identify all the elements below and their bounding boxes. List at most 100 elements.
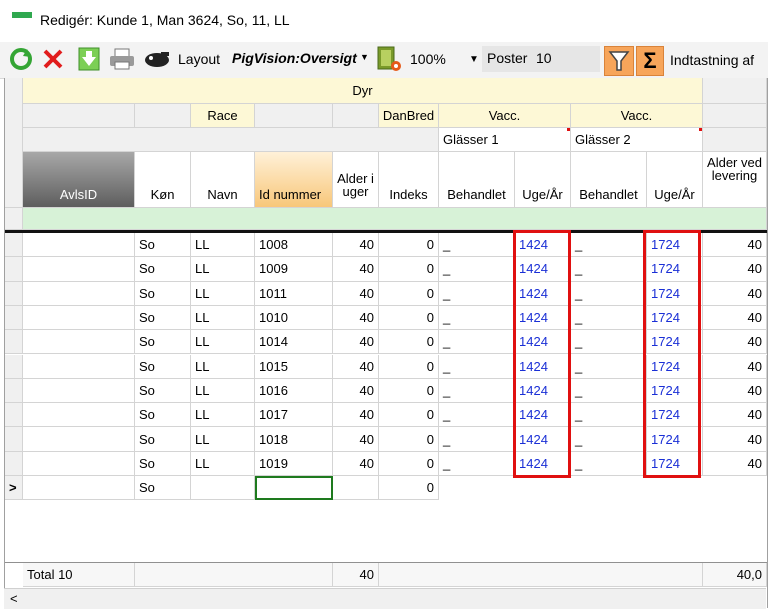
cell-behandlet-2[interactable]: _ bbox=[571, 451, 647, 476]
cell-id-nummer[interactable]: 1018 bbox=[255, 427, 333, 452]
cell-navn[interactable]: LL bbox=[191, 281, 255, 306]
row-header[interactable] bbox=[5, 451, 23, 476]
col-kon[interactable]: Køn bbox=[135, 152, 191, 208]
row-header[interactable] bbox=[5, 403, 23, 428]
layout-dropdown-arrow-icon[interactable]: ▼ bbox=[360, 52, 369, 62]
cell-behandlet-2[interactable]: _ bbox=[571, 233, 647, 258]
new-row-indeks[interactable]: 0 bbox=[379, 476, 439, 500]
cell-behandlet-2[interactable]: _ bbox=[571, 257, 647, 282]
col-behandlet-2[interactable]: Behandlet bbox=[571, 152, 647, 208]
cell-navn[interactable]: LL bbox=[191, 427, 255, 452]
col-behandlet-1[interactable]: Behandlet bbox=[439, 152, 515, 208]
cell-avlsid[interactable] bbox=[23, 378, 135, 404]
col-id-nummer[interactable]: Id nummer bbox=[255, 152, 333, 208]
row-header[interactable] bbox=[5, 233, 23, 258]
cell-alder-levering[interactable]: 40 bbox=[703, 403, 767, 428]
layout-dropdown[interactable]: PigVision:Oversigt bbox=[232, 50, 357, 66]
cell-indeks[interactable]: 0 bbox=[379, 233, 439, 258]
cell-id-nummer[interactable]: 1008 bbox=[255, 233, 333, 258]
new-row-id-input[interactable] bbox=[255, 476, 333, 500]
cell-alder[interactable]: 40 bbox=[333, 378, 379, 404]
cell-navn[interactable]: LL bbox=[191, 330, 255, 355]
cell-behandlet-2[interactable]: _ bbox=[571, 427, 647, 452]
settings-icon[interactable] bbox=[374, 46, 404, 72]
cell-id-nummer[interactable]: 1010 bbox=[255, 305, 333, 331]
cell-alder-levering[interactable]: 40 bbox=[703, 451, 767, 476]
cell-id-nummer[interactable]: 1014 bbox=[255, 330, 333, 355]
layout-icon[interactable] bbox=[142, 46, 172, 72]
cell-navn[interactable]: LL bbox=[191, 233, 255, 258]
cell-alder[interactable]: 40 bbox=[333, 281, 379, 306]
cell-avlsid[interactable] bbox=[23, 330, 135, 355]
cell-indeks[interactable]: 0 bbox=[379, 354, 439, 379]
print-icon[interactable] bbox=[108, 46, 136, 72]
delete-icon[interactable] bbox=[40, 46, 66, 72]
cell-behandlet-1[interactable]: _ bbox=[439, 281, 515, 306]
cell-kon[interactable]: So bbox=[135, 257, 191, 282]
cell-alder-levering[interactable]: 40 bbox=[703, 330, 767, 355]
new-row-avlsid[interactable] bbox=[23, 476, 135, 500]
cell-indeks[interactable]: 0 bbox=[379, 257, 439, 282]
cell-kon[interactable]: So bbox=[135, 451, 191, 476]
col-uge-aar-2[interactable]: Uge/År bbox=[647, 152, 703, 208]
cell-navn[interactable]: LL bbox=[191, 257, 255, 282]
cell-navn[interactable]: LL bbox=[191, 403, 255, 428]
cell-behandlet-2[interactable]: _ bbox=[571, 354, 647, 379]
cell-behandlet-2[interactable]: _ bbox=[571, 305, 647, 331]
col-avlsid[interactable]: AvlsID bbox=[23, 152, 135, 208]
cell-kon[interactable]: So bbox=[135, 281, 191, 306]
cell-kon[interactable]: So bbox=[135, 378, 191, 404]
col-indeks[interactable]: Indeks bbox=[379, 152, 439, 208]
col-navn[interactable]: Navn bbox=[191, 152, 255, 208]
cell-avlsid[interactable] bbox=[23, 427, 135, 452]
new-row-navn[interactable] bbox=[191, 476, 255, 500]
scroll-left-icon[interactable]: < bbox=[10, 591, 18, 606]
row-header[interactable] bbox=[5, 257, 23, 282]
cell-behandlet-1[interactable]: _ bbox=[439, 378, 515, 404]
row-header[interactable] bbox=[5, 281, 23, 306]
cell-alder-levering[interactable]: 40 bbox=[703, 233, 767, 258]
cell-alder[interactable]: 40 bbox=[333, 257, 379, 282]
cell-indeks[interactable]: 0 bbox=[379, 427, 439, 452]
cell-alder-levering[interactable]: 40 bbox=[703, 378, 767, 404]
cell-id-nummer[interactable]: 1015 bbox=[255, 354, 333, 379]
cell-avlsid[interactable] bbox=[23, 403, 135, 428]
cell-indeks[interactable]: 0 bbox=[379, 451, 439, 476]
new-row-alder[interactable] bbox=[333, 476, 379, 500]
cell-avlsid[interactable] bbox=[23, 233, 135, 258]
cell-avlsid[interactable] bbox=[23, 257, 135, 282]
cell-alder-levering[interactable]: 40 bbox=[703, 354, 767, 379]
cell-behandlet-1[interactable]: _ bbox=[439, 257, 515, 282]
filter-button[interactable] bbox=[604, 46, 634, 76]
cell-id-nummer[interactable]: 1019 bbox=[255, 451, 333, 476]
cell-kon[interactable]: So bbox=[135, 305, 191, 331]
row-header[interactable] bbox=[5, 305, 23, 331]
cell-id-nummer[interactable]: 1009 bbox=[255, 257, 333, 282]
cell-alder[interactable]: 40 bbox=[333, 330, 379, 355]
cell-navn[interactable]: LL bbox=[191, 378, 255, 404]
col-uge-aar-1[interactable]: Uge/År bbox=[515, 152, 571, 208]
cell-alder-levering[interactable]: 40 bbox=[703, 427, 767, 452]
cell-indeks[interactable]: 0 bbox=[379, 403, 439, 428]
cell-navn[interactable]: LL bbox=[191, 451, 255, 476]
row-header[interactable] bbox=[5, 427, 23, 452]
new-row-kon[interactable]: So bbox=[135, 476, 191, 500]
zoom-dropdown-arrow-icon[interactable]: ▼ bbox=[469, 54, 479, 65]
cell-navn[interactable]: LL bbox=[191, 305, 255, 331]
zoom-level[interactable]: 100% bbox=[410, 51, 446, 67]
cell-behandlet-1[interactable]: _ bbox=[439, 451, 515, 476]
cell-alder-levering[interactable]: 40 bbox=[703, 257, 767, 282]
cell-kon[interactable]: So bbox=[135, 233, 191, 258]
cell-kon[interactable]: So bbox=[135, 354, 191, 379]
cell-behandlet-2[interactable]: _ bbox=[571, 378, 647, 404]
col-alder-levering[interactable]: Alder ved levering bbox=[703, 152, 767, 208]
cell-avlsid[interactable] bbox=[23, 451, 135, 476]
cell-behandlet-2[interactable]: _ bbox=[571, 330, 647, 355]
row-header[interactable] bbox=[5, 354, 23, 379]
cell-alder-levering[interactable]: 40 bbox=[703, 281, 767, 306]
horizontal-scrollbar[interactable]: < bbox=[4, 588, 766, 609]
sum-button[interactable]: Σ bbox=[636, 46, 664, 76]
cell-id-nummer[interactable]: 1011 bbox=[255, 281, 333, 306]
cell-behandlet-2[interactable]: _ bbox=[571, 281, 647, 306]
cell-id-nummer[interactable]: 1017 bbox=[255, 403, 333, 428]
